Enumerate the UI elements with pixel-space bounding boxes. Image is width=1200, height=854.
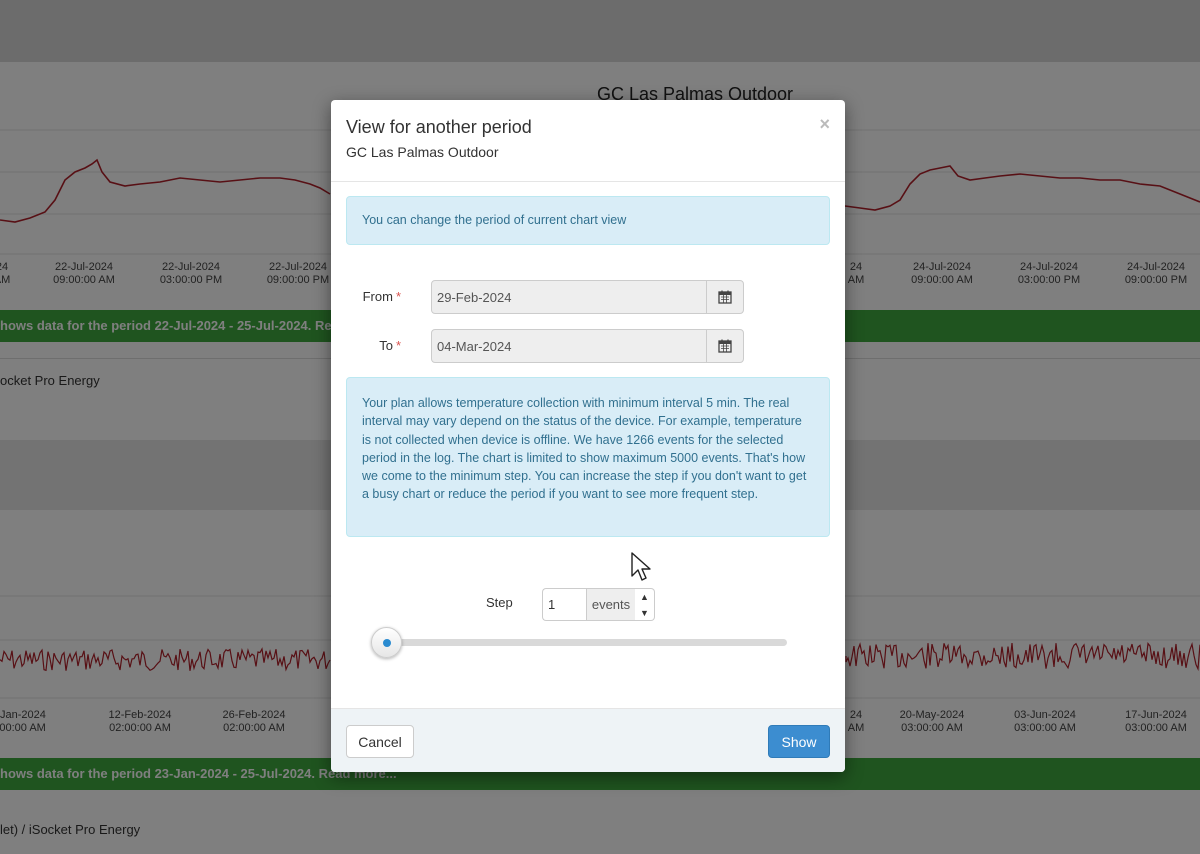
- calendar-icon: [718, 290, 732, 304]
- calendar-icon: [718, 339, 732, 353]
- dialog-subtitle: GC Las Palmas Outdoor: [346, 144, 499, 160]
- show-button[interactable]: Show: [768, 725, 830, 758]
- mouse-cursor-icon: [631, 552, 651, 581]
- step-slider-handle[interactable]: [371, 627, 402, 658]
- step-input[interactable]: 1: [542, 588, 586, 621]
- to-label: To *: [379, 338, 401, 353]
- step-spinner: ▲ ▼: [635, 588, 655, 621]
- from-row: From * 29-Feb-2024: [331, 280, 845, 314]
- dialog-header: View for another period GC Las Palmas Ou…: [331, 100, 845, 182]
- step-unit-addon: events: [586, 588, 636, 621]
- slider-dot: [382, 638, 391, 647]
- chevron-up-icon[interactable]: ▲: [635, 589, 654, 605]
- to-row: To * 04-Mar-2024: [331, 329, 845, 363]
- close-icon[interactable]: ×: [819, 114, 830, 135]
- from-label: From *: [362, 289, 401, 304]
- from-calendar-button[interactable]: [706, 280, 744, 314]
- period-dialog: View for another period GC Las Palmas Ou…: [331, 100, 845, 772]
- to-date-input[interactable]: 04-Mar-2024: [431, 329, 707, 363]
- dialog-footer: Cancel Show: [331, 708, 845, 772]
- step-slider-track[interactable]: [373, 639, 787, 646]
- chevron-down-icon[interactable]: ▼: [635, 605, 654, 621]
- period-notice: You can change the period of current cha…: [346, 196, 830, 245]
- step-label: Step: [486, 595, 513, 610]
- dialog-title: View for another period: [346, 117, 532, 137]
- plan-info-alert: Your plan allows temperature collection …: [346, 377, 830, 537]
- from-date-input[interactable]: 29-Feb-2024: [431, 280, 707, 314]
- cancel-button[interactable]: Cancel: [346, 725, 414, 758]
- to-calendar-button[interactable]: [706, 329, 744, 363]
